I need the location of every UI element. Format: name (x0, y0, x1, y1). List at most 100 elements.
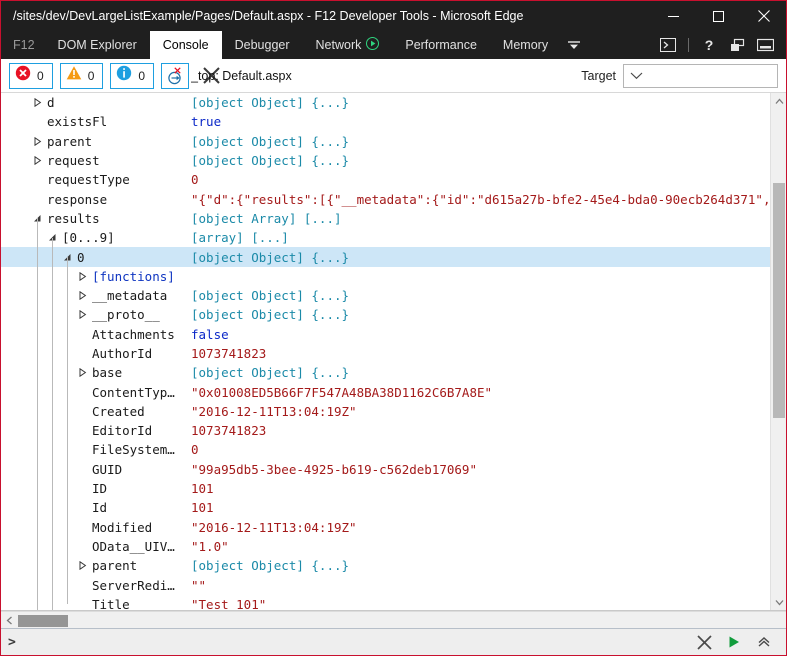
scroll-down-arrow[interactable] (771, 594, 786, 610)
minimize-button[interactable] (651, 1, 696, 31)
expand-triangle-closed-icon[interactable] (76, 561, 88, 571)
horizontal-scrollbar[interactable] (1, 611, 786, 628)
tree-row[interactable]: ID 101 (1, 479, 770, 498)
tree-row-key: [functions] (92, 268, 175, 284)
error-count: 0 (37, 68, 44, 83)
tree-row-value: [object Object] {...} (191, 288, 350, 304)
tree-row[interactable]: GUID "99a95db5-3bee-4925-b619-c562deb1706… (1, 460, 770, 479)
tree-row-key: __metadata (92, 288, 168, 304)
tree-row-value: [object Object] {...} (191, 307, 350, 323)
tab-bar-actions: ? (655, 31, 786, 59)
tab-console-label: Console (162, 38, 209, 52)
console-input-actions (690, 629, 786, 655)
tab-dom-explorer-label: DOM Explorer (57, 38, 137, 52)
windows-icon[interactable] (724, 31, 750, 59)
tree-row-key: response (47, 191, 108, 207)
tab-network[interactable]: Network (303, 31, 393, 59)
tree-guide-line (37, 218, 38, 610)
tree-row[interactable]: parent [object Object] {...} (1, 556, 770, 575)
tree-row-value: "2016-12-11T13:04:19Z" (191, 403, 357, 419)
console-input[interactable] (22, 629, 684, 655)
tree-row-key: base (92, 365, 123, 381)
tree-row[interactable]: d [object Object] {...} (1, 93, 770, 112)
tree-row[interactable]: [0...9] [array] [...] (1, 228, 770, 247)
clear-input-icon[interactable] (690, 629, 718, 655)
vertical-scrollbar[interactable] (770, 93, 786, 610)
tree-row[interactable]: __metadata [object Object] {...} (1, 286, 770, 305)
tree-row[interactable]: results [object Array] [...] (1, 209, 770, 228)
f12-brand-label: F12 (13, 38, 35, 52)
tree-row[interactable]: base [object Object] {...} (1, 363, 770, 382)
expand-triangle-closed-icon[interactable] (31, 98, 43, 108)
tree-row[interactable]: existsFl true (1, 112, 770, 131)
tab-bar: F12 DOM Explorer Console Debugger Networ… (1, 31, 786, 59)
scroll-left-arrow[interactable] (1, 612, 17, 629)
scroll-up-arrow[interactable] (771, 93, 786, 109)
chevron-down-icon[interactable] (561, 31, 587, 59)
tree-row-value: 1073741823 (191, 423, 267, 439)
expand-triangle-closed-icon[interactable] (31, 136, 43, 146)
tree-row-key: 0 (77, 249, 85, 265)
warning-counter[interactable]: 0 (59, 62, 104, 89)
tree-row-value: [object Object] {...} (191, 153, 350, 169)
tab-network-label: Network (315, 38, 362, 52)
tree-row[interactable]: ServerRedi… "" (1, 575, 770, 594)
tree-row-key: parent (92, 558, 138, 574)
tree-row[interactable]: FileSystem… 0 (1, 440, 770, 459)
expand-triangle-closed-icon[interactable] (76, 271, 88, 281)
close-button[interactable] (741, 1, 786, 31)
console-output-area: d [object Object] {...} existsFl true parent… (1, 93, 786, 611)
maximize-button[interactable] (696, 1, 741, 31)
tree-row-key: FileSystem… (92, 442, 175, 458)
console-toggle-icon[interactable] (655, 31, 681, 59)
tab-performance[interactable]: Performance (392, 31, 490, 59)
tree-row[interactable]: requestType 0 (1, 170, 770, 189)
console-input-row: > (1, 628, 786, 655)
target-label: Target (581, 68, 616, 83)
horizontal-scrollbar-thumb[interactable] (18, 615, 68, 627)
expand-triangle-closed-icon[interactable] (76, 291, 88, 301)
expand-triangle-closed-icon[interactable] (76, 368, 88, 378)
tree-row-value: 1073741823 (191, 346, 267, 361)
tree-row[interactable]: request [object Object] {...} (1, 151, 770, 170)
tree-row-value: [array] [...] (191, 230, 289, 246)
prompt-chevron-icon: > (8, 634, 16, 650)
clear-on-navigate-button[interactable] (161, 62, 190, 89)
tree-row[interactable]: response "{"d":{"results":[{"__metadata":… (1, 189, 770, 208)
tree-row[interactable]: EditorId 1073741823 (1, 421, 770, 440)
expand-input-icon[interactable] (750, 629, 778, 655)
warning-icon (66, 65, 82, 86)
tree-row[interactable]: Id 101 (1, 498, 770, 517)
tree-row-value: [object Object] {...} (191, 95, 350, 111)
tab-debugger[interactable]: Debugger (222, 31, 303, 59)
tab-memory[interactable]: Memory (490, 31, 561, 59)
tree-row[interactable]: AuthorId 1073741823 (1, 344, 770, 363)
dock-icon[interactable] (752, 31, 778, 59)
tree-row[interactable]: Created "2016-12-11T13:04:19Z" (1, 402, 770, 421)
run-icon[interactable] (720, 629, 748, 655)
tree-row[interactable]: 0 [object Object] {...} (1, 247, 770, 267)
tree-row[interactable]: ContentTyp… "0x01008ED5B66F7F547A48BA38D1… (1, 382, 770, 401)
target-select[interactable]: _top: Default.aspx (191, 63, 778, 88)
vertical-scrollbar-thumb[interactable] (773, 183, 785, 418)
tree-row-key: ServerRedi… (92, 577, 175, 593)
help-icon[interactable]: ? (696, 31, 722, 59)
tree-row[interactable]: Modified "2016-12-11T13:04:19Z" (1, 518, 770, 537)
tree-guide-line (52, 237, 53, 610)
tree-row[interactable]: OData__UIV… "1.0" (1, 537, 770, 556)
tree-row[interactable]: Attachments false (1, 325, 770, 344)
info-counter[interactable]: 0 (110, 62, 155, 89)
tab-console[interactable]: Console (149, 31, 222, 59)
tree-row[interactable]: [functions] (1, 267, 770, 286)
error-counter[interactable]: 0 (9, 62, 53, 89)
tree-row-key: OData__UIV… (92, 538, 175, 554)
tree-row[interactable]: __proto__ [object Object] {...} (1, 305, 770, 324)
tree-row[interactable]: Title "Test 101" (1, 595, 770, 610)
expand-triangle-closed-icon[interactable] (76, 310, 88, 320)
tab-dom-explorer[interactable]: DOM Explorer (45, 31, 150, 59)
tree-row-key: ID (92, 481, 108, 497)
expand-triangle-closed-icon[interactable] (31, 156, 43, 166)
tree-row[interactable]: parent [object Object] {...} (1, 132, 770, 151)
toolbar-divider (688, 38, 689, 52)
tree-guide-line (67, 257, 68, 605)
